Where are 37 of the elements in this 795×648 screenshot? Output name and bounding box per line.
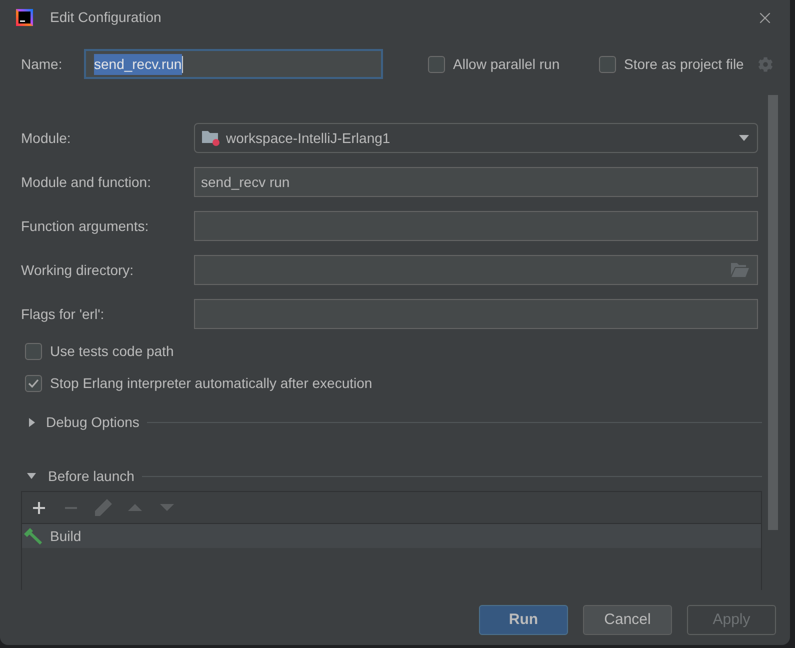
text-field[interactable] [194,211,758,241]
name-field[interactable]: send_recv.run [84,49,383,79]
field-label: Working directory: [21,260,135,280]
folder-icon [202,130,220,146]
field-label: Module: [21,128,72,148]
section-title[interactable]: Debug Options [46,412,140,432]
window-title: Edit Configuration [50,8,162,27]
field-label: Flags for 'erl': [21,304,106,324]
app-logo-icon [16,9,33,26]
hammer-icon [24,528,43,544]
folder-open-icon[interactable] [731,263,749,277]
checkbox-label[interactable]: Use tests code path [50,340,174,362]
module-dropdown[interactable]: workspace-IntelliJ-Erlang1 [194,123,758,153]
task-row[interactable]: Build [22,524,761,548]
dialog-button[interactable]: Cancel [583,605,672,635]
dialog-button[interactable]: Run [479,605,568,635]
gear-icon[interactable] [758,56,773,72]
checkbox[interactable] [428,56,445,72]
caret-right-icon[interactable] [29,418,35,426]
text-field[interactable] [194,255,758,285]
checkbox[interactable] [25,342,42,360]
checkbox-label[interactable]: Stop Erlang interpreter automatically after execution [50,372,372,394]
check-icon [28,378,39,388]
checkbox-label[interactable]: Allow parallel run [453,54,560,74]
field-label: Name: [21,54,64,74]
checkbox[interactable] [25,374,42,392]
checkbox-label[interactable]: Store as project file [624,54,744,74]
text-field[interactable] [194,299,758,329]
plus-icon[interactable] [33,502,45,514]
caret-down-icon [739,135,749,141]
checkbox[interactable] [599,56,616,72]
section-title[interactable]: Before launch [48,466,134,486]
field-label: Function arguments: [21,216,150,236]
text-field[interactable]: send_recv run [194,167,758,197]
field-label: Module and function: [21,172,152,192]
caret-down-icon[interactable] [27,473,36,479]
scrollbar[interactable] [768,95,778,530]
